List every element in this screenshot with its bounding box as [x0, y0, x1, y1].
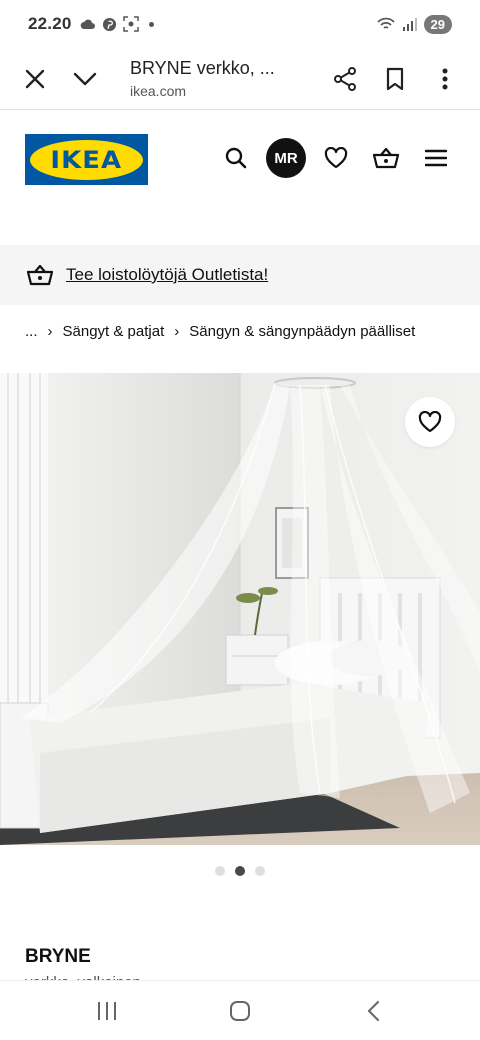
chevron-right-icon: ›: [47, 322, 53, 340]
chevron-right-icon: ›: [174, 322, 180, 340]
product-name: BRYNE: [25, 946, 91, 967]
outlet-promo-banner[interactable]: Tee loistolöytöjä Outletista!: [0, 245, 480, 305]
recents-button[interactable]: [77, 991, 137, 1031]
notification-icons: [80, 16, 154, 32]
promo-link[interactable]: Tee loistolöytöjä Outletista!: [66, 265, 268, 285]
search-button[interactable]: [216, 138, 256, 178]
more-vertical-icon: [442, 68, 448, 89]
carousel-dot-3[interactable]: [255, 866, 265, 876]
breadcrumb-item-beds[interactable]: Sängyt & patjat: [63, 323, 165, 340]
battery-level: 29: [423, 14, 452, 34]
close-icon: [25, 69, 45, 88]
menu-icon: [425, 149, 447, 167]
close-tab-button[interactable]: [15, 59, 55, 99]
more-notifications-dot: [148, 21, 154, 27]
carousel-dot-2[interactable]: [235, 866, 245, 876]
bookmark-button[interactable]: [375, 59, 415, 99]
product-image[interactable]: [0, 373, 480, 845]
heart-icon: [418, 411, 442, 433]
browser-toolbar: BRYNE verkko, ... ikea.com: [0, 48, 480, 110]
bed-canopy-photo: [0, 373, 480, 845]
page-url: ikea.com: [130, 83, 187, 99]
basket-icon: [373, 147, 399, 169]
breadcrumb-ellipsis[interactable]: ...: [25, 323, 38, 340]
system-navigation-bar: [0, 980, 480, 1040]
share-button[interactable]: [325, 59, 365, 99]
status-time: 22.20: [28, 14, 72, 33]
basket-icon: [27, 264, 53, 286]
status-bar: 22.20 29: [0, 0, 480, 48]
chevron-down-icon: [73, 72, 97, 85]
system-icons: 29: [376, 14, 452, 34]
home-button[interactable]: [210, 991, 270, 1031]
heart-icon: [324, 147, 348, 169]
cart-button[interactable]: [366, 138, 406, 178]
recents-icon: [97, 1001, 116, 1020]
pinterest-icon: [102, 17, 116, 31]
account-avatar[interactable]: MR: [266, 138, 306, 178]
signal-icon: [402, 18, 417, 31]
screenshot-icon: [122, 16, 139, 32]
promo-icon-wrap: [26, 261, 54, 289]
page-title-area[interactable]: BRYNE verkko, ... ikea.com: [130, 58, 300, 99]
ikea-logo[interactable]: IKEA: [25, 134, 148, 185]
logo-oval: IKEA: [30, 139, 143, 180]
cloud-icon: [80, 19, 95, 29]
menu-button[interactable]: [416, 138, 456, 178]
home-icon: [229, 1000, 250, 1021]
bookmark-icon: [386, 67, 404, 90]
search-icon: [225, 147, 247, 169]
more-options-button[interactable]: [425, 59, 465, 99]
site-header: IKEA MR: [0, 110, 480, 210]
add-to-favourites-button[interactable]: [405, 397, 455, 447]
back-icon: [368, 1000, 380, 1021]
minimize-button[interactable]: [65, 59, 105, 99]
carousel-dot-1[interactable]: [215, 866, 225, 876]
breadcrumb: ... › Sängyt & patjat › Sängyn & sängynp…: [25, 320, 415, 342]
wifi-icon: [376, 17, 395, 29]
breadcrumb-item-bed-covers[interactable]: Sängyn & sängynpäädyn päälliset: [189, 323, 415, 340]
carousel-indicator: [0, 866, 480, 876]
logo-text: IKEA: [50, 145, 123, 174]
favourites-button[interactable]: [316, 138, 356, 178]
page-title: BRYNE verkko, ...: [130, 58, 275, 78]
back-button[interactable]: [343, 991, 403, 1031]
share-icon: [334, 66, 356, 91]
